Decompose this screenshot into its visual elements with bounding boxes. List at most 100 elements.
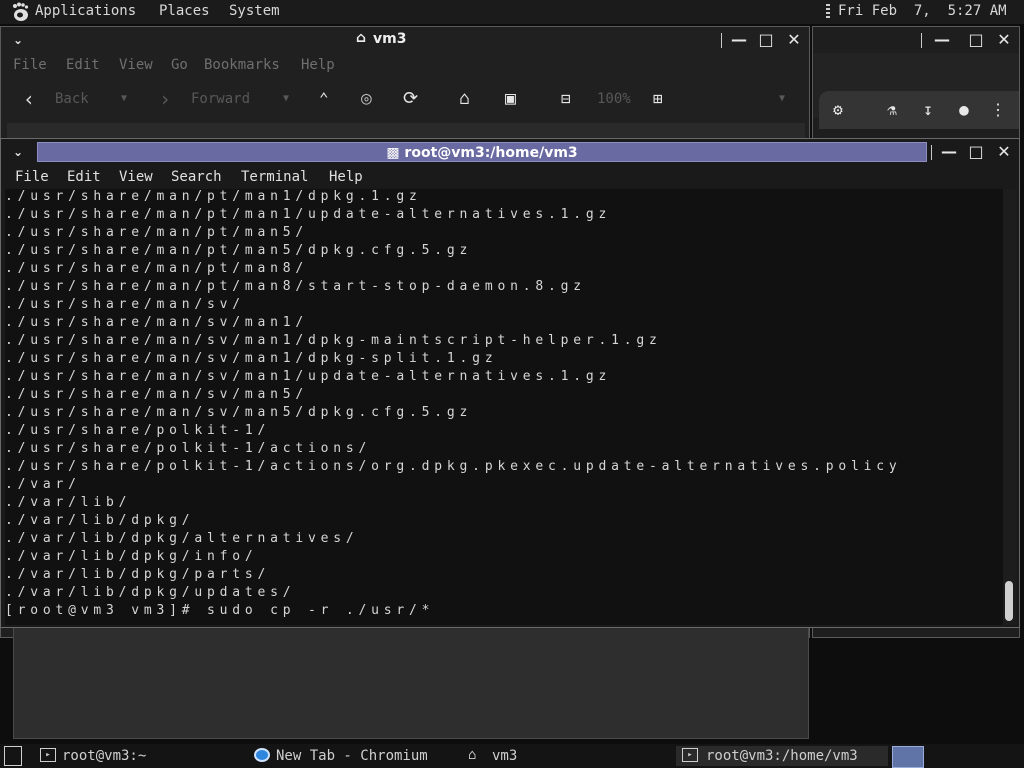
- home-icon[interactable]: ⌂: [459, 85, 470, 113]
- minimize-icon[interactable]: —: [728, 29, 750, 51]
- terminal-line: ./var/lib/: [5, 495, 132, 510]
- terminal-line: ./usr/share/polkit-1/actions/org.dpkg.pk…: [5, 459, 902, 474]
- back-arrow-icon[interactable]: ‹: [23, 85, 35, 113]
- terminal-icon: ▸: [40, 748, 56, 762]
- terminal-line: ./var/lib/dpkg/parts/: [5, 567, 271, 582]
- gnome-foot-icon[interactable]: [10, 2, 32, 22]
- home-icon: ⌂: [356, 30, 367, 46]
- close-icon[interactable]: ✕: [783, 29, 805, 51]
- taskbar-item-label: root@vm3:/home/vm3: [706, 748, 858, 764]
- terminal-line: ./usr/share/polkit-1/: [5, 423, 271, 438]
- terminal-line: ./var/lib/dpkg/: [5, 513, 195, 528]
- menu-file[interactable]: File: [13, 57, 47, 73]
- menu-file[interactable]: File: [15, 169, 49, 185]
- minimize-icon[interactable]: —: [938, 141, 960, 163]
- chromium-toolbar: ⚙ ⚗ ↧ ● ⋮: [819, 91, 1019, 129]
- window-title: vm3: [373, 31, 407, 47]
- more-menu-icon[interactable]: ⋮: [987, 99, 1009, 121]
- terminal-line: ./var/lib/dpkg/alternatives/: [5, 531, 359, 546]
- chromium-titlebar: — □ ✕: [813, 27, 1019, 53]
- back-button[interactable]: Back: [55, 85, 89, 113]
- view-mode-dropdown-icon[interactable]: ▼: [779, 85, 785, 113]
- file-manager-titlebar: ⌄ ⌂ vm3 — □ ✕: [1, 27, 809, 53]
- maximize-icon[interactable]: □: [755, 29, 777, 51]
- terminal-icon: ▩: [386, 145, 400, 161]
- taskbar-item-terminal-active[interactable]: ▸ root@vm3:/home/vm3: [676, 746, 888, 766]
- maximize-icon[interactable]: □: [965, 141, 987, 163]
- terminal-title-highlight[interactable]: ▩ root@vm3:/home/vm3: [37, 142, 927, 162]
- title-separator: [721, 33, 722, 48]
- download-icon[interactable]: ↧: [917, 99, 939, 121]
- taskbar-item-chromium[interactable]: New Tab - Chromium: [276, 746, 428, 766]
- terminal-line: ./usr/share/man/pt/man1/update-alternati…: [5, 207, 612, 222]
- up-icon[interactable]: ⌃: [319, 85, 329, 113]
- terminal-line: ./usr/share/man/sv/man5/dpkg.cfg.5.gz: [5, 405, 473, 420]
- zoom-in-icon[interactable]: ⊞: [653, 85, 663, 113]
- file-manager-toolbar: ‹ Back ▼ › Forward ▼ ⌃ ◎ ⟳ ⌂ ▣ ⊟ 100% ⊞ …: [7, 79, 805, 119]
- zoom-out-icon[interactable]: ⊟: [561, 85, 571, 113]
- workspace-switcher[interactable]: [892, 746, 924, 768]
- profile-icon[interactable]: ●: [953, 99, 975, 121]
- maximize-icon[interactable]: □: [965, 29, 987, 51]
- file-manager-menubar: File Edit View Go Bookmarks Help: [7, 55, 805, 77]
- bottom-panel: ▸ root@vm3:~ New Tab - Chromium ⌂ vm3 ▸ …: [0, 744, 1024, 768]
- panel-handle[interactable]: [826, 4, 830, 20]
- menu-edit[interactable]: Edit: [67, 169, 101, 185]
- top-panel: Applications Places System Fri Feb 7, 5:…: [0, 0, 1024, 24]
- terminal-line: ./usr/share/man/sv/man5/: [5, 387, 309, 402]
- window-menu-chevron-icon[interactable]: ⌄: [7, 29, 29, 51]
- show-desktop-icon[interactable]: [4, 746, 22, 766]
- menu-view[interactable]: View: [119, 169, 153, 185]
- terminal-icon: ▸: [682, 748, 698, 762]
- terminal-line: ./usr/share/man/pt/man1/dpkg.1.gz: [5, 189, 422, 204]
- terminal-line: ./usr/share/polkit-1/actions/: [5, 441, 372, 456]
- terminal-line: ./var/lib/dpkg/info/: [5, 549, 258, 564]
- terminal-output[interactable]: ./usr/share/man/pt/man1/dpkg.1.gz ./usr/…: [5, 189, 1003, 625]
- close-icon[interactable]: ✕: [993, 29, 1015, 51]
- reload-icon[interactable]: ⟳: [403, 85, 418, 113]
- minimize-icon[interactable]: —: [931, 29, 953, 51]
- terminal-line: ./usr/share/man/pt/man5/: [5, 225, 309, 240]
- terminal-window: ⌄ ▩ root@vm3:/home/vm3 — □ ✕ File Edit V…: [0, 138, 1020, 628]
- title-separator: [931, 145, 932, 160]
- title-separator: [921, 33, 922, 48]
- forward-arrow-icon[interactable]: ›: [159, 85, 171, 113]
- menu-help[interactable]: Help: [301, 57, 335, 73]
- extensions-icon[interactable]: ⚙: [827, 99, 849, 121]
- file-view-area[interactable]: [13, 627, 809, 739]
- terminal-line: ./usr/share/man/pt/man8/start-stop-daemo…: [5, 279, 586, 294]
- terminal-line: ./usr/share/man/sv/man1/dpkg-split.1.gz: [5, 351, 498, 366]
- terminal-menubar: File Edit View Search Terminal Help: [1, 167, 1019, 189]
- computer-icon[interactable]: ▣: [505, 85, 516, 113]
- menu-go[interactable]: Go: [171, 57, 188, 73]
- terminal-scrollbar[interactable]: [1003, 189, 1017, 625]
- places-menu[interactable]: Places: [159, 3, 210, 19]
- terminal-line: ./usr/share/man/sv/man1/: [5, 315, 309, 330]
- terminal-line: ./var/lib/dpkg/updates/: [5, 585, 296, 600]
- close-icon[interactable]: ✕: [993, 141, 1015, 163]
- menu-edit[interactable]: Edit: [66, 57, 100, 73]
- back-history-dropdown-icon[interactable]: ▼: [121, 85, 127, 113]
- taskbar-item-terminal-home[interactable]: root@vm3:~: [62, 746, 146, 766]
- system-menu[interactable]: System: [229, 3, 280, 19]
- chromium-icon: [254, 748, 270, 762]
- terminal-line: ./usr/share/man/sv/: [5, 297, 245, 312]
- forward-history-dropdown-icon[interactable]: ▼: [283, 85, 289, 113]
- labs-flask-icon[interactable]: ⚗: [881, 99, 903, 121]
- scrollbar-thumb[interactable]: [1005, 581, 1013, 621]
- clock[interactable]: Fri Feb 7, 5:27 AM: [838, 3, 1007, 19]
- taskbar-item-vm3[interactable]: vm3: [492, 746, 517, 766]
- terminal-prompt-line[interactable]: [root@vm3 vm3]# sudo cp -r ./usr/*: [5, 603, 434, 621]
- terminal-titlebar: ⌄ ▩ root@vm3:/home/vm3 — □ ✕: [1, 139, 1019, 165]
- menu-bookmarks[interactable]: Bookmarks: [204, 57, 280, 73]
- menu-terminal[interactable]: Terminal: [241, 169, 308, 185]
- zoom-level: 100%: [597, 91, 631, 107]
- applications-menu[interactable]: Applications: [35, 3, 136, 19]
- menu-search[interactable]: Search: [171, 169, 222, 185]
- window-menu-chevron-icon[interactable]: ⌄: [7, 141, 29, 163]
- forward-button[interactable]: Forward: [191, 85, 250, 113]
- menu-help[interactable]: Help: [329, 169, 363, 185]
- window-title: root@vm3:/home/vm3: [404, 145, 578, 161]
- menu-view[interactable]: View: [119, 57, 153, 73]
- stop-icon[interactable]: ◎: [361, 85, 372, 113]
